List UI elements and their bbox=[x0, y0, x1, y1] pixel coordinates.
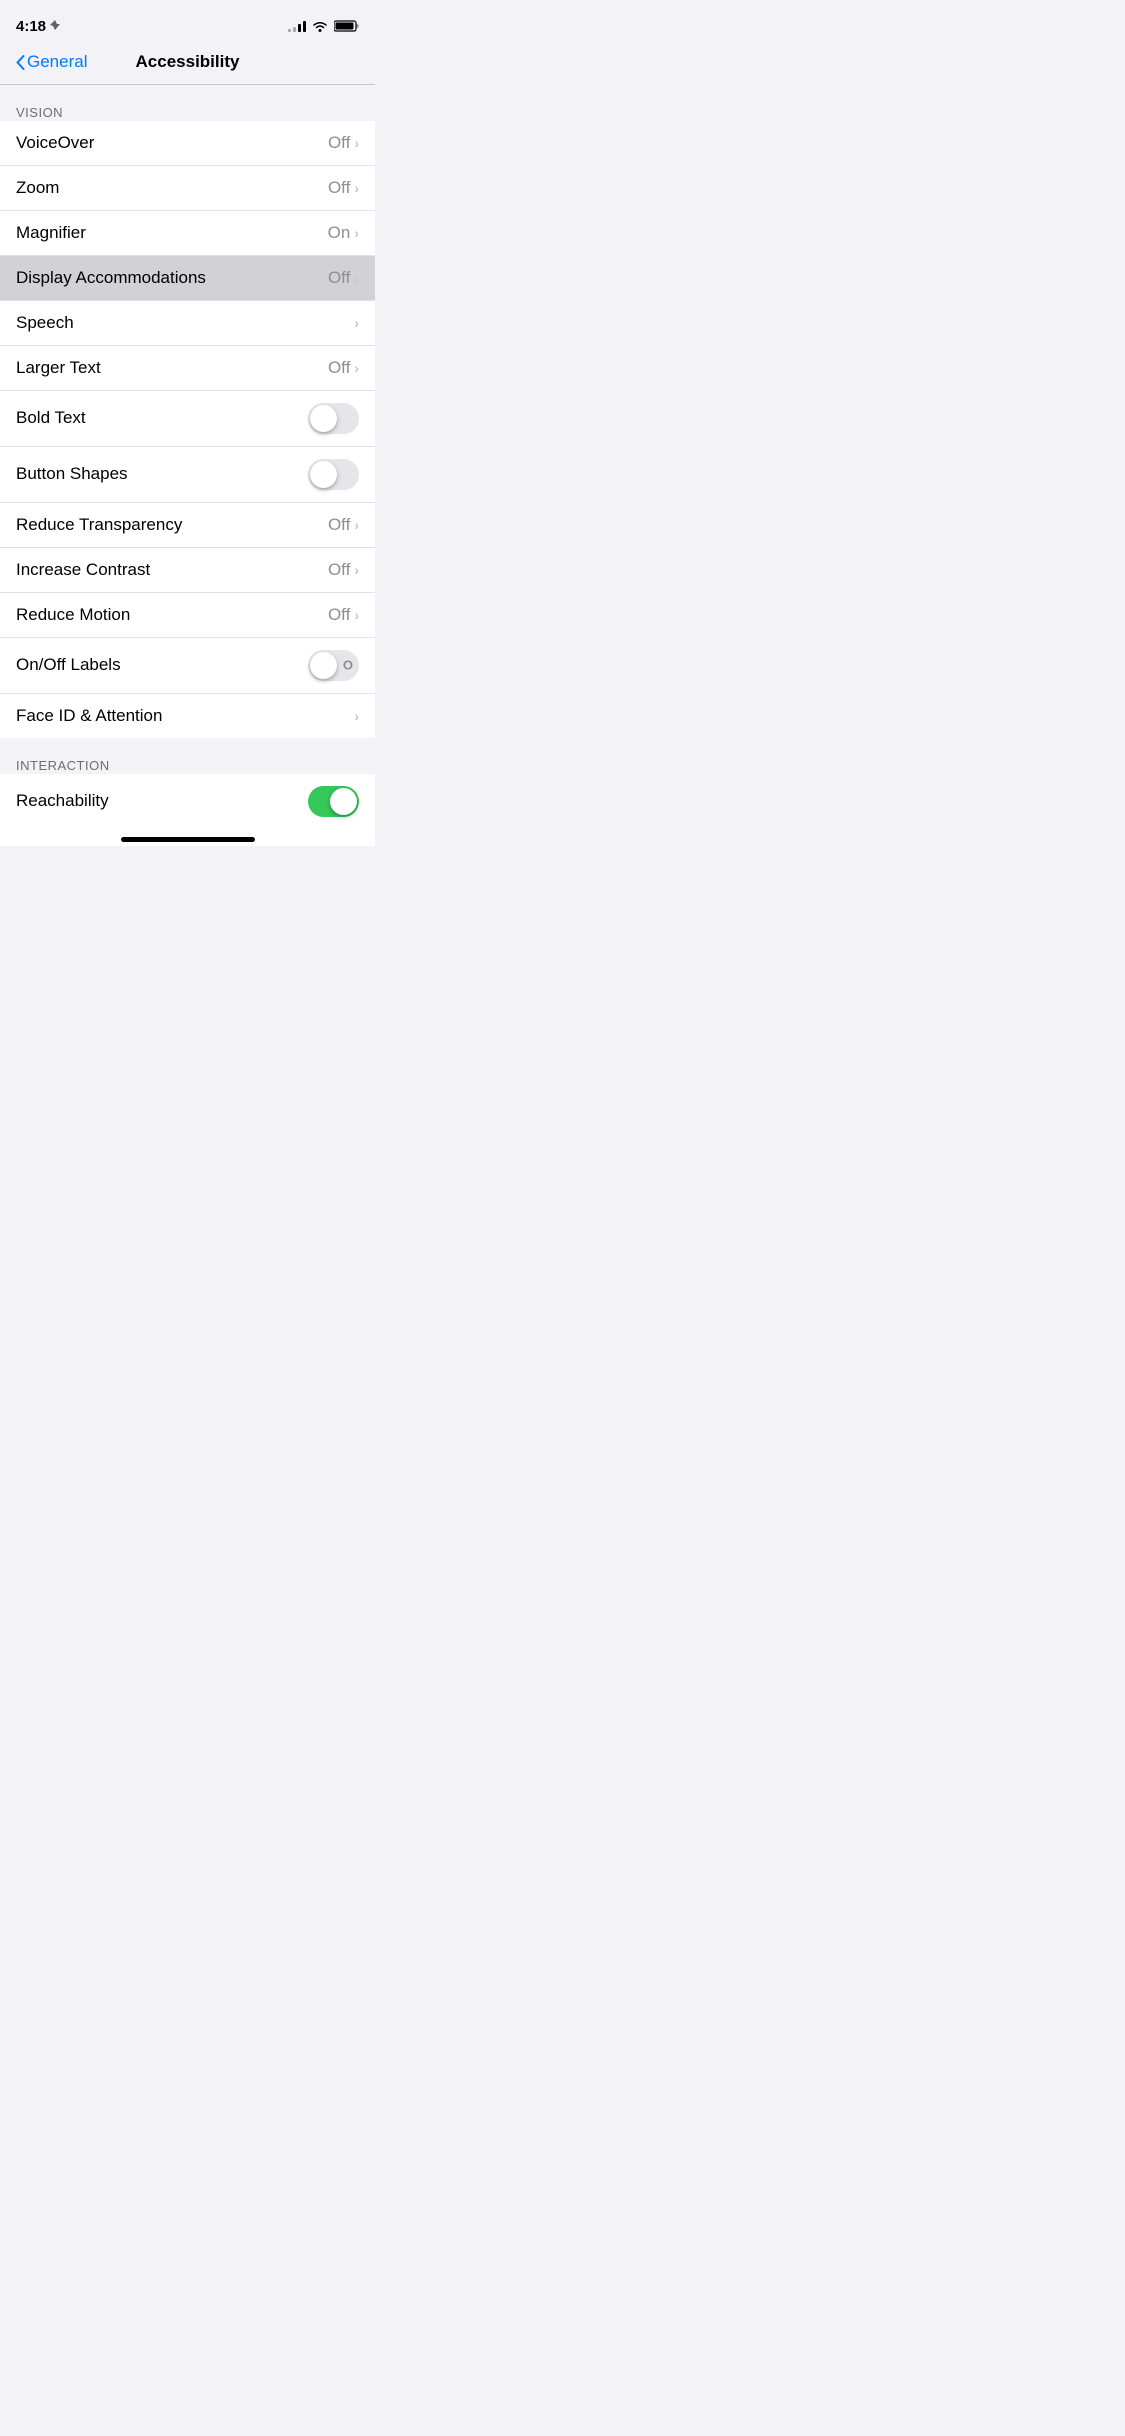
status-icons bbox=[288, 20, 359, 32]
reduce-motion-right: Off › bbox=[328, 605, 359, 625]
voiceover-right: Off › bbox=[328, 133, 359, 153]
larger-text-label: Larger Text bbox=[16, 358, 101, 378]
time-label: 4:18 bbox=[16, 18, 46, 35]
status-bar: 4:18 bbox=[0, 0, 375, 44]
reduce-transparency-right: Off › bbox=[328, 515, 359, 535]
toggle-o-label: O bbox=[343, 659, 353, 672]
back-button[interactable]: General bbox=[16, 52, 87, 72]
magnifier-label: Magnifier bbox=[16, 223, 86, 243]
reduce-transparency-row[interactable]: Reduce Transparency Off › bbox=[0, 503, 375, 548]
display-accommodations-right: Off › bbox=[328, 268, 359, 288]
on-off-labels-toggle-knob bbox=[310, 652, 337, 679]
battery-icon bbox=[334, 20, 359, 32]
zoom-label: Zoom bbox=[16, 178, 59, 198]
larger-text-row[interactable]: Larger Text Off › bbox=[0, 346, 375, 391]
increase-contrast-value: Off bbox=[328, 560, 350, 580]
display-accommodations-chevron-icon: › bbox=[354, 270, 359, 286]
magnifier-chevron-icon: › bbox=[354, 225, 359, 241]
button-shapes-row[interactable]: Button Shapes bbox=[0, 447, 375, 503]
voiceover-chevron-icon: › bbox=[354, 135, 359, 151]
interaction-header: INTERACTION bbox=[0, 738, 375, 779]
magnifier-row[interactable]: Magnifier On › bbox=[0, 211, 375, 256]
bold-text-label: Bold Text bbox=[16, 408, 86, 428]
zoom-row[interactable]: Zoom Off › bbox=[0, 166, 375, 211]
voiceover-row[interactable]: VoiceOver Off › bbox=[0, 121, 375, 166]
reachability-row[interactable]: Reachability bbox=[0, 774, 375, 829]
page-title: Accessibility bbox=[136, 52, 240, 72]
magnifier-value: On bbox=[328, 223, 351, 243]
speech-row[interactable]: Speech › bbox=[0, 301, 375, 346]
vision-section-gap: VISION bbox=[0, 85, 375, 121]
reduce-transparency-chevron-icon: › bbox=[354, 517, 359, 533]
magnifier-right: On › bbox=[328, 223, 359, 243]
on-off-labels-toggle[interactable]: O bbox=[308, 650, 359, 681]
increase-contrast-right: Off › bbox=[328, 560, 359, 580]
speech-right: › bbox=[354, 315, 359, 331]
display-accommodations-label: Display Accommodations bbox=[16, 268, 206, 288]
button-shapes-toggle-knob bbox=[310, 461, 337, 488]
larger-text-value: Off bbox=[328, 358, 350, 378]
zoom-chevron-icon: › bbox=[354, 180, 359, 196]
increase-contrast-label: Increase Contrast bbox=[16, 560, 150, 580]
home-indicator-area bbox=[0, 829, 375, 846]
display-accommodations-value: Off bbox=[328, 268, 350, 288]
reduce-transparency-label: Reduce Transparency bbox=[16, 515, 182, 535]
face-id-label: Face ID & Attention bbox=[16, 706, 162, 726]
reduce-motion-row[interactable]: Reduce Motion Off › bbox=[0, 593, 375, 638]
reduce-motion-label: Reduce Motion bbox=[16, 605, 130, 625]
face-id-row[interactable]: Face ID & Attention › bbox=[0, 694, 375, 738]
on-off-labels-row[interactable]: On/Off Labels O bbox=[0, 638, 375, 694]
reduce-transparency-value: Off bbox=[328, 515, 350, 535]
back-label: General bbox=[27, 52, 87, 72]
vision-header: VISION bbox=[0, 85, 375, 126]
back-chevron-icon bbox=[16, 55, 25, 70]
larger-text-right: Off › bbox=[328, 358, 359, 378]
increase-contrast-row[interactable]: Increase Contrast Off › bbox=[0, 548, 375, 593]
speech-label: Speech bbox=[16, 313, 74, 333]
larger-text-chevron-icon: › bbox=[354, 360, 359, 376]
reachability-toggle-knob bbox=[330, 788, 357, 815]
wifi-icon bbox=[312, 20, 328, 32]
button-shapes-toggle[interactable] bbox=[308, 459, 359, 490]
bold-text-toggle[interactable] bbox=[308, 403, 359, 434]
voiceover-label: VoiceOver bbox=[16, 133, 94, 153]
interaction-section-gap: INTERACTION bbox=[0, 738, 375, 774]
face-id-chevron-icon: › bbox=[354, 708, 359, 724]
reachability-toggle[interactable] bbox=[308, 786, 359, 817]
bold-text-toggle-knob bbox=[310, 405, 337, 432]
reachability-label: Reachability bbox=[16, 791, 109, 811]
home-indicator bbox=[121, 837, 255, 842]
nav-bar: General Accessibility bbox=[0, 44, 375, 84]
face-id-right: › bbox=[354, 708, 359, 724]
location-icon bbox=[50, 20, 60, 32]
vision-group: VoiceOver Off › Zoom Off › Magnifier On … bbox=[0, 121, 375, 738]
zoom-right: Off › bbox=[328, 178, 359, 198]
signal-icon bbox=[288, 20, 306, 32]
speech-chevron-icon: › bbox=[354, 315, 359, 331]
increase-contrast-chevron-icon: › bbox=[354, 562, 359, 578]
button-shapes-label: Button Shapes bbox=[16, 464, 128, 484]
bold-text-row[interactable]: Bold Text bbox=[0, 391, 375, 447]
zoom-value: Off bbox=[328, 178, 350, 198]
interaction-group: Reachability bbox=[0, 774, 375, 829]
voiceover-value: Off bbox=[328, 133, 350, 153]
status-time: 4:18 bbox=[16, 18, 60, 35]
reduce-motion-chevron-icon: › bbox=[354, 607, 359, 623]
display-accommodations-row[interactable]: Display Accommodations Off › bbox=[0, 256, 375, 301]
reduce-motion-value: Off bbox=[328, 605, 350, 625]
on-off-labels-label: On/Off Labels bbox=[16, 655, 121, 675]
